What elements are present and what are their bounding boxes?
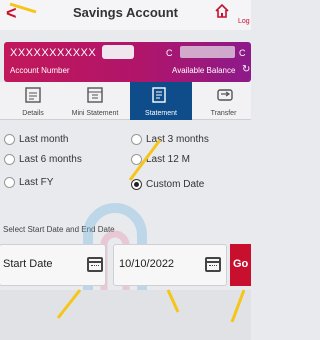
annotation-arrow: [128, 139, 162, 181]
annotation-arrows: [9, 2, 246, 323]
annotation-arrow: [166, 289, 180, 313]
annotation-arrow: [56, 289, 82, 319]
annotation-arrow: [230, 289, 246, 323]
annotation-arrow: [9, 2, 37, 14]
